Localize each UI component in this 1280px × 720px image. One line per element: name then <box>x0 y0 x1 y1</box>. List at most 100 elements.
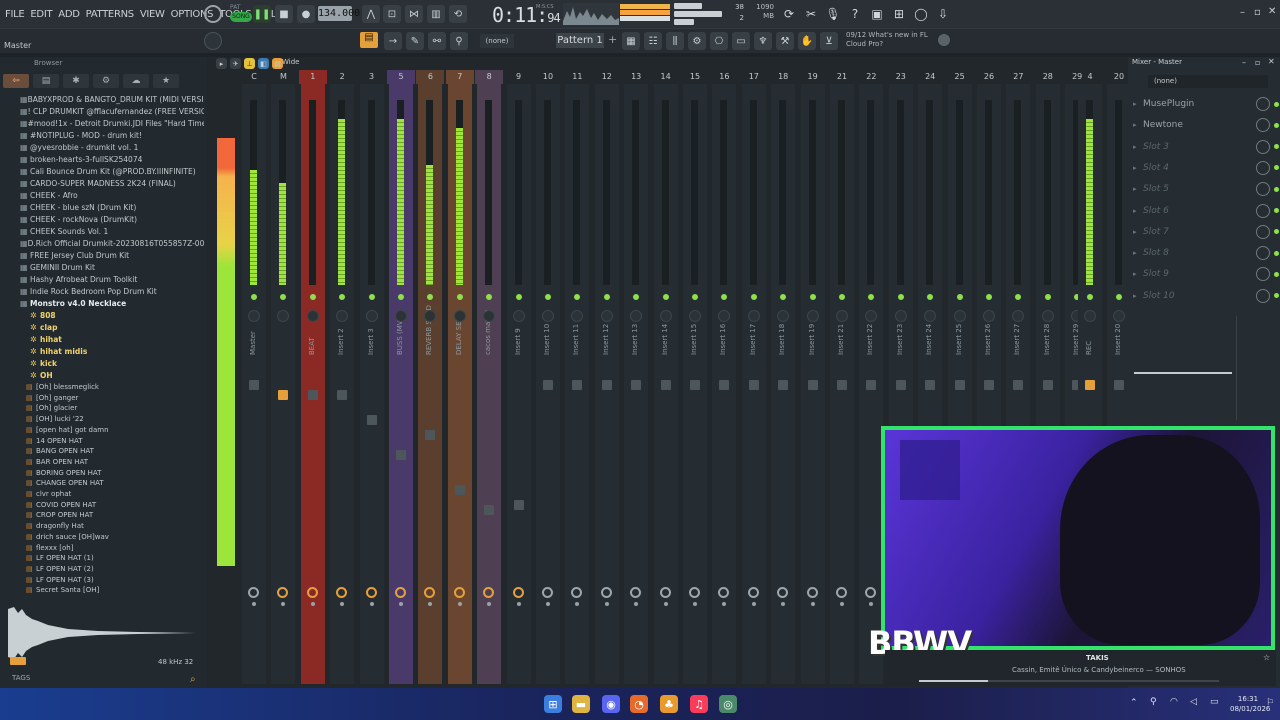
mic-icon[interactable]: 🎙 <box>824 5 842 23</box>
strip-enable-led[interactable] <box>750 294 757 300</box>
effect-slot[interactable]: ▸ Slot 8 <box>1133 243 1279 263</box>
effect-slot[interactable]: ▸ MusePlugin <box>1133 94 1279 114</box>
snap-select[interactable]: (none) <box>480 34 514 48</box>
tray-chevron-icon[interactable]: ⌃ <box>1130 698 1138 708</box>
strip-name[interactable]: Insert 27 <box>1013 324 1021 355</box>
firefox-icon[interactable]: ◔ <box>630 695 648 713</box>
browser-file[interactable]: ▤ CHANGE OPEN HAT <box>4 478 204 489</box>
effect-slot[interactable]: ▸ Newtone <box>1133 115 1279 135</box>
effect-slot[interactable]: ▸ Slot 6 <box>1133 201 1279 221</box>
browser-subfolder[interactable]: ✲ hihat midis <box>4 346 204 358</box>
touch-icon[interactable]: ✋ <box>798 32 816 50</box>
browser-file[interactable]: ▤ flexxx [oh] <box>4 543 204 554</box>
strip-volume-fader[interactable] <box>454 485 465 495</box>
strip-enable-led[interactable] <box>368 294 375 300</box>
strip-route-icon[interactable] <box>542 587 553 598</box>
strip-volume-fader[interactable] <box>984 380 994 390</box>
strip-arm-icon[interactable] <box>751 602 756 606</box>
slot-mix-knob[interactable] <box>1256 118 1270 133</box>
browser-file[interactable]: ▤ [Oh] ganger <box>4 393 204 404</box>
strip-pan-knob[interactable] <box>365 310 378 322</box>
strip-name[interactable]: Insert 10 <box>543 324 551 355</box>
strip-enable-led[interactable] <box>839 294 845 300</box>
slot-arrow-icon[interactable]: ▸ <box>1133 292 1143 300</box>
strip-enable-led[interactable] <box>309 294 316 300</box>
strip-volume-fader[interactable] <box>660 380 671 390</box>
strip-enable-led[interactable] <box>809 294 816 300</box>
strip-volume-fader[interactable] <box>396 450 406 460</box>
slot-enable-led[interactable] <box>1274 186 1279 192</box>
plugin-icon[interactable]: ⊞ <box>890 5 908 23</box>
strip-arm-icon[interactable] <box>457 602 462 606</box>
mixer-icon[interactable]: ⫼ <box>666 32 684 50</box>
strip-enable-led[interactable] <box>956 294 963 300</box>
browser-plugins-icon[interactable]: ✱ <box>63 74 89 88</box>
playlist-icon[interactable]: ▤ <box>360 32 378 48</box>
search-icon[interactable]: ⌕ <box>190 674 196 685</box>
piano-roll-icon[interactable]: ▦ <box>622 32 640 50</box>
browser-file[interactable]: ▤ drich sauce [OH]wav <box>4 532 204 543</box>
battery-icon[interactable]: ▭ <box>1210 697 1219 707</box>
strip-name[interactable]: Insert 11 <box>572 324 580 355</box>
browser-file[interactable]: ▤ [Oh] glacier <box>4 403 204 414</box>
effect-slot[interactable]: ▸ Slot 7 <box>1133 222 1279 242</box>
strip-enable-led[interactable] <box>398 294 404 300</box>
browser-folder[interactable]: ▦ CHEEK - Afro <box>4 190 204 202</box>
browser-folder[interactable]: ▦ CHEEK - blue szN (Drum Kit) <box>4 202 204 214</box>
arrow-icon[interactable]: → <box>384 32 402 50</box>
cut-icon[interactable]: ✂ <box>802 5 820 23</box>
wide-icon[interactable]: ▤ <box>272 58 283 69</box>
help-icon[interactable]: ? <box>846 5 864 23</box>
layout-icon[interactable]: ◧ <box>258 58 269 69</box>
strip-route-icon[interactable] <box>248 587 259 598</box>
mixer-strip[interactable]: 19 Insert 19 <box>799 70 827 688</box>
strip-name[interactable]: REC <box>1085 341 1093 355</box>
browser-icon[interactable]: ⎔ <box>710 32 728 50</box>
slot-enable-led[interactable] <box>1274 122 1279 128</box>
browser-folder-selected[interactable]: ▦ Monstro v4.0 Necklace <box>4 298 204 310</box>
slot-enable-led[interactable] <box>1274 208 1279 213</box>
slot-mix-knob[interactable] <box>1256 139 1270 154</box>
strip-pan-knob[interactable] <box>512 310 525 322</box>
strip-pan-knob[interactable] <box>1113 310 1125 322</box>
strip-pan-knob[interactable] <box>894 310 907 322</box>
volume-icon[interactable]: ◁ <box>1190 697 1197 707</box>
mixer-strip[interactable]: 14 Insert 14 <box>652 70 680 688</box>
strip-volume-fader[interactable] <box>690 380 700 390</box>
strip-route-icon[interactable] <box>512 587 524 598</box>
strip-name[interactable]: Insert 3 <box>367 328 375 355</box>
strip-volume-fader[interactable] <box>543 380 553 390</box>
browser-subfolder[interactable]: ✲ clap <box>4 322 204 334</box>
browser-file[interactable]: ▤ Secret Santa [OH] <box>4 585 204 596</box>
strip-pan-knob[interactable] <box>983 310 995 322</box>
strip-arm-icon[interactable] <box>516 602 521 606</box>
strip-pan-knob[interactable] <box>806 310 819 322</box>
browser-folder[interactable]: ▦ BABYXPROD & BANGTO_DRUM KIT (MIDI VERSI… <box>4 94 204 106</box>
stop-icon[interactable]: ■ <box>275 5 293 23</box>
pattern-select[interactable]: Pattern 1 <box>556 33 604 48</box>
slot-arrow-icon[interactable]: ▸ <box>1133 207 1143 215</box>
mixer-strip[interactable]: 5 BUSS (MVC) <box>387 70 415 688</box>
browser-file[interactable]: ▤ BORING OPEN HAT <box>4 468 204 479</box>
browser-folder[interactable]: ▦ #NOTIPLUG - MOD - drum kit! <box>4 130 204 142</box>
mixer-strip[interactable]: 7 DELAY SEND <box>445 70 474 688</box>
menu-item-add[interactable]: ADD <box>58 9 80 20</box>
strip-arm-icon[interactable] <box>810 602 815 606</box>
browser-folder[interactable]: ▦ Indie Rock Bedroom Pop Drum Kit <box>4 286 204 298</box>
project-icon[interactable]: ▭ <box>732 32 750 50</box>
strip-name[interactable]: Insert 22 <box>866 324 874 355</box>
slot-arrow-icon[interactable]: ▸ <box>1133 143 1143 151</box>
strip-arm-icon[interactable] <box>310 602 315 606</box>
mixer-strip[interactable]: 8 cacos matt 2 <box>475 70 504 688</box>
browser-folder[interactable]: ▦ GEMINII Drum Kit <box>4 262 204 274</box>
strip-pan-knob[interactable] <box>953 310 966 322</box>
strip-volume-fader[interactable] <box>572 380 583 390</box>
wait-input-icon[interactable]: ⊡ <box>383 5 401 23</box>
strip-enable-led[interactable] <box>897 294 904 300</box>
browser-subfolder[interactable]: ✲ kick <box>4 358 204 370</box>
strip-arm-icon[interactable] <box>369 602 374 606</box>
strip-volume-fader[interactable] <box>748 380 759 390</box>
mixer-view[interactable]: Wide <box>282 58 299 66</box>
master-faders[interactable] <box>1236 316 1276 420</box>
pin-icon[interactable]: ⊥ <box>244 58 255 69</box>
